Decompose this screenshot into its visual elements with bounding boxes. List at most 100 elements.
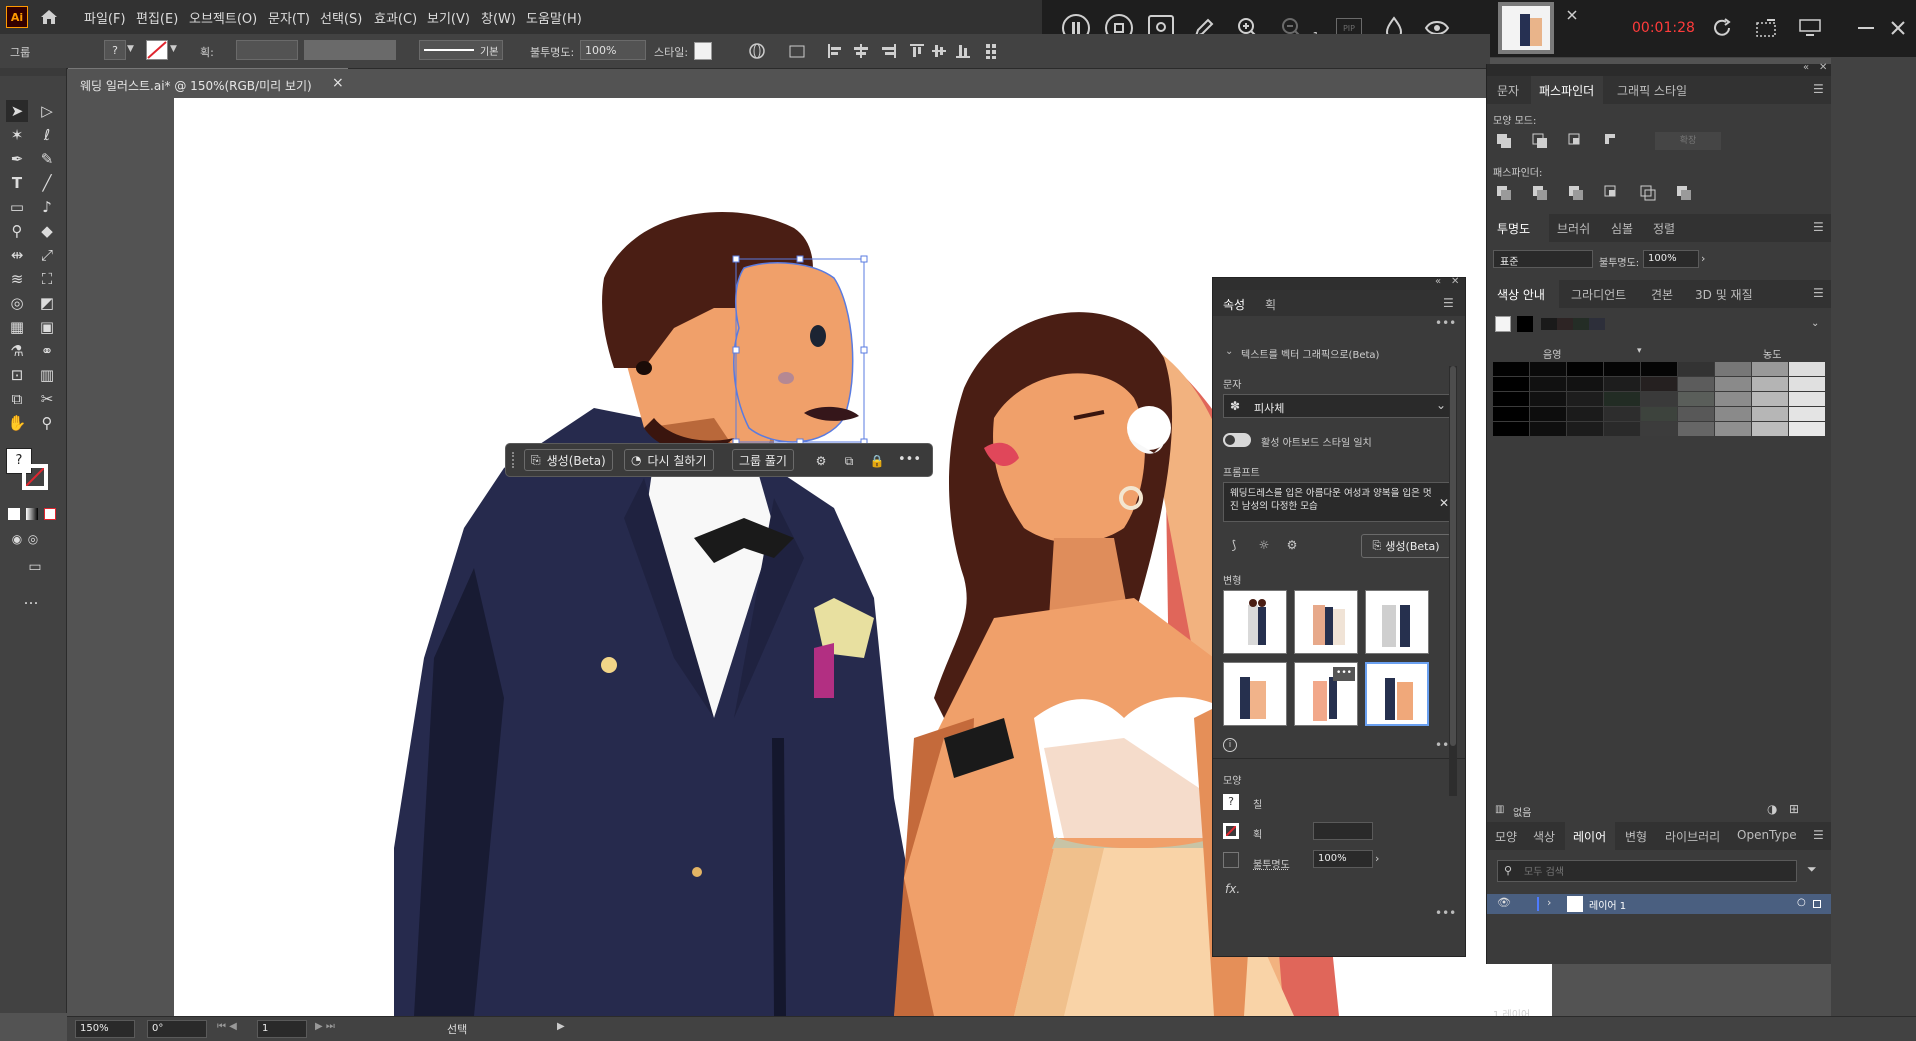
match-style-toggle[interactable]: [1223, 433, 1251, 447]
variation-thumbnail-6[interactable]: [1365, 662, 1429, 726]
fill-swatch[interactable]: ?: [104, 40, 126, 60]
minimize-icon[interactable]: [1854, 16, 1878, 40]
curvature-tool-icon[interactable]: ✎: [36, 148, 58, 170]
base-color-swatch[interactable]: [1495, 316, 1511, 332]
free-transform-icon[interactable]: ⛶: [36, 268, 58, 290]
refresh-icon[interactable]: [1708, 14, 1736, 42]
close-panel-icon[interactable]: ✕: [1819, 62, 1827, 73]
menu-effect[interactable]: 효과(C): [374, 8, 417, 27]
variation-thumbnail-5[interactable]: •••: [1294, 662, 1358, 726]
direct-selection-tool-icon[interactable]: ▷: [36, 100, 58, 122]
tab-pathfinder[interactable]: 패스파인더: [1539, 82, 1594, 99]
none-mode-icon[interactable]: [44, 508, 56, 520]
tab-color-guide[interactable]: 색상 안내: [1497, 286, 1545, 303]
settings-icon[interactable]: [1796, 14, 1824, 42]
tab-color[interactable]: 색상: [1533, 828, 1555, 845]
ungroup-button[interactable]: 그룹 풀기: [732, 449, 794, 471]
rectangle-tool-icon[interactable]: ▭: [6, 196, 28, 218]
info-icon[interactable]: i: [1223, 738, 1237, 752]
scale-tool-icon[interactable]: ⤢: [36, 244, 58, 266]
stroke-weight-input[interactable]: [1313, 822, 1373, 840]
generate-beta-panel-button[interactable]: ⎘ 생성(Beta): [1361, 534, 1451, 558]
panel-menu-icon[interactable]: ☰: [1813, 82, 1824, 96]
layer-row[interactable]: 👁 › 레이어 1 ○: [1487, 894, 1832, 914]
layers-search[interactable]: ⚲: [1497, 860, 1797, 882]
eyedropper-icon[interactable]: ⚗: [6, 340, 28, 362]
perspective-grid-icon[interactable]: ◩: [36, 292, 58, 314]
chevron-right-icon[interactable]: ›: [1375, 852, 1379, 865]
symbol-sprayer-icon[interactable]: ⊡: [6, 364, 28, 386]
rotation-select[interactable]: 0°: [147, 1020, 207, 1038]
menu-edit[interactable]: 편집(E): [136, 8, 178, 27]
shaper-tool-icon[interactable]: ⚲: [6, 220, 28, 242]
eraser-icon[interactable]: ◆: [36, 220, 58, 242]
panel-drag-bar[interactable]: « ✕: [1213, 276, 1465, 290]
recolor-button[interactable]: ◔ 다시 칠하기: [624, 449, 714, 471]
artboard-nav-last-icon[interactable]: ▶ ⏭: [315, 1021, 335, 1032]
tab-swatches[interactable]: 견본: [1651, 286, 1673, 303]
tab-opentype[interactable]: OpenType: [1737, 828, 1797, 842]
color-wheel-icon[interactable]: ◑: [1767, 802, 1777, 816]
more-tools-icon[interactable]: …: [20, 588, 42, 610]
chevron-down-icon[interactable]: ▼: [127, 44, 134, 54]
swatch-library-icon[interactable]: ▥: [1495, 804, 1504, 815]
warp-tool-icon[interactable]: ≋: [6, 268, 28, 290]
align-to-icon[interactable]: [786, 42, 810, 60]
home-icon[interactable]: [38, 7, 60, 27]
tab-gradient[interactable]: 그라디언트: [1571, 286, 1626, 303]
tab-graphic-styles[interactable]: 그래픽 스타일: [1617, 82, 1687, 99]
status-menu-icon[interactable]: ▶: [557, 1021, 565, 1032]
slice-tool-icon[interactable]: ✂: [36, 388, 58, 410]
variation-thumbnail-4[interactable]: [1223, 662, 1287, 726]
more-options-icon[interactable]: •••: [1435, 906, 1456, 920]
variation-thumbnail-2[interactable]: [1294, 590, 1358, 654]
isolate-icon[interactable]: ⚙: [810, 450, 832, 472]
swatch-options-icon[interactable]: ⊞: [1789, 802, 1799, 816]
blend-tool-icon[interactable]: ⚭: [36, 340, 58, 362]
duplicate-icon[interactable]: ⧉: [838, 450, 860, 472]
panel-menu-icon[interactable]: ☰: [1813, 286, 1824, 300]
gradient-mode-icon[interactable]: [26, 508, 38, 520]
artboard-number[interactable]: 1: [257, 1020, 307, 1038]
fill-swatch[interactable]: ?: [1223, 794, 1239, 810]
type-tool-icon[interactable]: T: [6, 172, 28, 194]
tab-align[interactable]: 정렬: [1653, 220, 1675, 237]
stroke-swatch[interactable]: [146, 40, 168, 60]
variable-width-field[interactable]: [304, 40, 396, 60]
prompt-textarea[interactable]: 웨딩드레스를 입은 아름다운 여성과 양복을 입은 멋진 남성의 다정한 모습: [1223, 482, 1453, 522]
close-panel-icon[interactable]: ✕: [1451, 276, 1459, 287]
mesh-tool-icon[interactable]: ▦: [6, 316, 28, 338]
tab-properties[interactable]: 속성: [1223, 296, 1245, 313]
menu-object[interactable]: 오브젝트(O): [189, 8, 257, 27]
paintbrush-icon[interactable]: ♪: [36, 196, 58, 218]
panel-scrollbar[interactable]: [1449, 366, 1457, 796]
type-select[interactable]: ✽ 피사체 ⌄: [1223, 394, 1453, 418]
chevron-down-icon[interactable]: ⌄: [1225, 346, 1233, 357]
more-options-icon[interactable]: •••: [1435, 316, 1456, 330]
artboard-nav-first-icon[interactable]: ⏮ ◀: [217, 1021, 237, 1032]
color-mode-icon[interactable]: [8, 508, 20, 520]
search-input[interactable]: [1522, 863, 1786, 881]
tab-layers[interactable]: 레이어: [1573, 828, 1606, 845]
selection-tool-icon[interactable]: ➤: [6, 100, 28, 122]
pen-tool-icon[interactable]: ✒: [6, 148, 28, 170]
visibility-eye-icon[interactable]: 👁: [1497, 896, 1511, 909]
color-guide-grid[interactable]: [1493, 362, 1825, 436]
drag-handle[interactable]: [512, 452, 518, 468]
chevron-right-icon[interactable]: ›: [1701, 252, 1705, 265]
draw-behind-icon[interactable]: ◎: [22, 528, 44, 550]
menu-file[interactable]: 파일(F): [84, 8, 126, 27]
opacity-input[interactable]: 100%: [580, 40, 646, 60]
chevron-right-icon[interactable]: ›: [1547, 896, 1551, 909]
more-options-icon[interactable]: •••: [898, 452, 921, 467]
harmony-strip[interactable]: [1541, 318, 1651, 330]
gradient-tool-icon[interactable]: ▣: [36, 316, 58, 338]
magic-wand-icon[interactable]: ✶: [6, 124, 28, 146]
tab-brushes[interactable]: 브러쉬: [1557, 220, 1590, 237]
lasso-icon[interactable]: ℓ: [36, 124, 58, 146]
filter-icon[interactable]: ⏷: [1807, 862, 1817, 877]
artboard-tool-icon[interactable]: ⧉: [6, 388, 28, 410]
panel-menu-icon[interactable]: ☰: [1813, 220, 1824, 234]
tab-libraries[interactable]: 라이브러리: [1665, 828, 1720, 845]
base-color-swatch[interactable]: [1517, 316, 1533, 332]
